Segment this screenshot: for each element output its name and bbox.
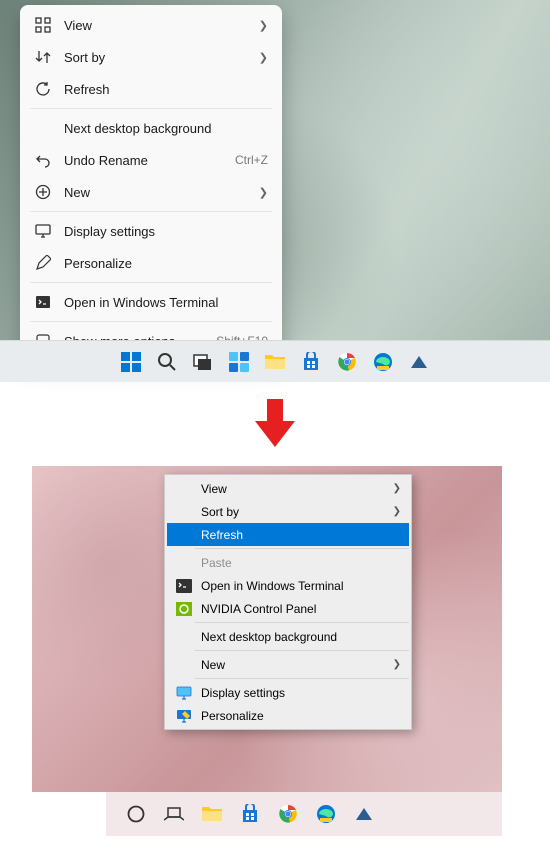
menu-label: Personalize xyxy=(64,256,268,271)
shortcut-text: Ctrl+Z xyxy=(235,153,268,167)
top-screenshot: View ❯ Sort by ❯ Refresh Next desktop ba… xyxy=(0,0,550,382)
task-view-button[interactable] xyxy=(162,802,186,826)
chrome-button[interactable] xyxy=(333,348,361,376)
start-area[interactable] xyxy=(32,792,106,836)
menu-item-new[interactable]: New ❯ xyxy=(24,176,278,208)
undo-icon xyxy=(34,151,52,169)
store-button[interactable] xyxy=(238,802,262,826)
start-button[interactable] xyxy=(117,348,145,376)
menu-item-refresh[interactable]: Refresh xyxy=(167,523,409,546)
chevron-right-icon: ❯ xyxy=(259,186,268,199)
menu-label: Display settings xyxy=(64,224,268,239)
sort-icon xyxy=(34,48,52,66)
menu-label: New xyxy=(201,658,393,672)
menu-label: View xyxy=(201,482,393,496)
personalize-icon xyxy=(34,254,52,272)
menu-item-refresh[interactable]: Refresh xyxy=(24,73,278,105)
win11-context-menu: View ❯ Sort by ❯ Refresh Next desktop ba… xyxy=(20,5,282,361)
cortana-button[interactable] xyxy=(124,802,148,826)
menu-label: Open in Windows Terminal xyxy=(201,579,401,593)
new-icon xyxy=(34,183,52,201)
menu-separator xyxy=(30,108,272,109)
taskbar-icons xyxy=(106,802,376,826)
store-button[interactable] xyxy=(297,348,325,376)
menu-item-new[interactable]: New ❯ xyxy=(167,653,409,676)
menu-item-personalize[interactable]: Personalize xyxy=(24,247,278,279)
chrome-button[interactable] xyxy=(276,802,300,826)
app-button[interactable] xyxy=(405,348,433,376)
search-button[interactable] xyxy=(153,348,181,376)
menu-label: Sort by xyxy=(201,505,393,519)
menu-label: Next desktop background xyxy=(64,121,268,136)
menu-separator xyxy=(195,548,409,549)
menu-item-personalize[interactable]: Personalize xyxy=(167,704,409,727)
menu-label: Sort by xyxy=(64,50,259,65)
menu-item-display[interactable]: Display settings xyxy=(24,215,278,247)
menu-label: Refresh xyxy=(201,528,401,542)
win10-context-menu: View ❯ Sort by ❯ Refresh Paste Open in W… xyxy=(164,474,412,730)
menu-label: View xyxy=(64,18,259,33)
menu-item-next-bg[interactable]: Next desktop background xyxy=(24,112,278,144)
display-icon xyxy=(175,685,193,701)
menu-label: New xyxy=(64,185,259,200)
menu-separator xyxy=(195,622,409,623)
view-icon xyxy=(34,16,52,34)
menu-label: Open in Windows Terminal xyxy=(64,295,268,310)
menu-label: NVIDIA Control Panel xyxy=(201,602,401,616)
edge-button[interactable] xyxy=(314,802,338,826)
widgets-button[interactable] xyxy=(225,348,253,376)
menu-item-undo[interactable]: Undo Rename Ctrl+Z xyxy=(24,144,278,176)
nvidia-icon xyxy=(175,601,193,617)
transition-arrow xyxy=(0,394,550,452)
file-explorer-button[interactable] xyxy=(200,802,224,826)
win11-taskbar xyxy=(0,340,550,382)
menu-item-next-bg[interactable]: Next desktop background xyxy=(167,625,409,648)
app-button[interactable] xyxy=(352,802,376,826)
menu-separator xyxy=(30,321,272,322)
task-view-button[interactable] xyxy=(189,348,217,376)
menu-item-view[interactable]: View ❯ xyxy=(167,477,409,500)
chevron-right-icon: ❯ xyxy=(259,51,268,64)
chevron-right-icon: ❯ xyxy=(259,19,268,32)
menu-item-sort[interactable]: Sort by ❯ xyxy=(24,41,278,73)
edge-button[interactable] xyxy=(369,348,397,376)
display-icon xyxy=(34,222,52,240)
menu-item-terminal[interactable]: Open in Windows Terminal xyxy=(167,574,409,597)
chevron-right-icon: ❯ xyxy=(393,483,401,494)
menu-item-view[interactable]: View ❯ xyxy=(24,9,278,41)
menu-separator xyxy=(195,650,409,651)
bottom-screenshot: View ❯ Sort by ❯ Refresh Paste Open in W… xyxy=(32,466,502,836)
menu-item-sort[interactable]: Sort by ❯ xyxy=(167,500,409,523)
menu-label: Undo Rename xyxy=(64,153,235,168)
refresh-icon xyxy=(34,80,52,98)
terminal-icon xyxy=(175,578,193,594)
menu-label: Next desktop background xyxy=(201,630,401,644)
win10-taskbar xyxy=(32,792,502,836)
menu-label: Refresh xyxy=(64,82,268,97)
menu-item-paste: Paste xyxy=(167,551,409,574)
menu-item-terminal[interactable]: Open in Windows Terminal xyxy=(24,286,278,318)
menu-item-display[interactable]: Display settings xyxy=(167,681,409,704)
chevron-right-icon: ❯ xyxy=(393,659,401,670)
menu-label: Paste xyxy=(201,556,401,570)
personalize-icon xyxy=(175,708,193,724)
terminal-icon xyxy=(34,293,52,311)
menu-label: Personalize xyxy=(201,709,401,723)
menu-item-nvidia[interactable]: NVIDIA Control Panel xyxy=(167,597,409,620)
menu-separator xyxy=(30,211,272,212)
menu-label: Display settings xyxy=(201,686,401,700)
menu-separator xyxy=(195,678,409,679)
menu-separator xyxy=(30,282,272,283)
chevron-right-icon: ❯ xyxy=(393,506,401,517)
file-explorer-button[interactable] xyxy=(261,348,289,376)
